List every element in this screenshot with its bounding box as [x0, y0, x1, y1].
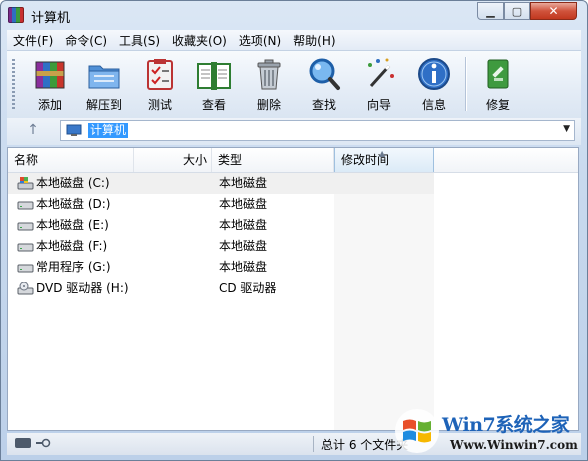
info-button[interactable]: 信息 — [409, 56, 459, 113]
file-type: 本地磁盘 — [219, 176, 268, 190]
toolbar-grip[interactable] — [12, 59, 15, 111]
windows-logo-icon — [395, 409, 439, 453]
menu-bar: 文件(F) 命令(C) 工具(S) 收藏夹(O) 选项(N) 帮助(H) — [7, 30, 581, 50]
find-button[interactable]: 查找 — [299, 56, 349, 113]
column-header-name[interactable]: 名称 — [8, 148, 134, 172]
arrow-up-icon: ↑ — [27, 122, 39, 138]
hard-drive-icon — [17, 243, 34, 252]
list-item[interactable]: 常用程序 (G:) 本地磁盘 — [8, 257, 434, 278]
system-drive-icon — [17, 177, 34, 190]
path-text[interactable]: 计算机 — [88, 123, 129, 138]
watermark-brand: Win7系统之家 — [442, 414, 570, 436]
add-label: 添加 — [37, 98, 62, 112]
file-type: 本地磁盘 — [219, 260, 268, 274]
column-header-type[interactable]: 类型 — [212, 148, 334, 172]
maximize-button[interactable]: ▢ — [504, 2, 530, 20]
list-item[interactable]: 本地磁盘 (D:) 本地磁盘 — [8, 194, 434, 215]
delete-button[interactable]: 删除 — [244, 56, 294, 113]
minimize-icon: ▁ — [486, 4, 495, 18]
view-book-icon — [197, 62, 231, 90]
menu-tools[interactable]: 工具(S) — [113, 32, 166, 49]
toolbar: 添加 解压到 测试 查看 删除 查找 向导 信息 修复 — [7, 50, 581, 118]
test-label: 测试 — [147, 98, 172, 112]
add-button[interactable]: 添加 — [25, 56, 75, 113]
address-bar: ↑ 计算机 ▼ — [7, 118, 581, 145]
view-button[interactable]: 查看 — [189, 56, 239, 113]
find-label: 查找 — [311, 98, 336, 112]
repair-button[interactable]: 修复 — [473, 56, 523, 113]
status-separator — [313, 436, 314, 452]
dropdown-arrow-icon[interactable]: ▼ — [563, 124, 570, 134]
file-type: 本地磁盘 — [219, 197, 268, 211]
menu-command[interactable]: 命令(C) — [59, 32, 113, 49]
view-label: 查看 — [201, 98, 226, 112]
file-type: 本地磁盘 — [219, 218, 268, 232]
menu-options[interactable]: 选项(N) — [233, 32, 287, 49]
trash-icon — [257, 59, 281, 90]
sort-ascending-icon: ▲ — [379, 149, 386, 158]
file-type: 本地磁盘 — [219, 239, 268, 253]
extract-folder-icon — [88, 65, 120, 89]
maximize-icon: ▢ — [511, 4, 523, 18]
hard-drive-icon — [17, 222, 34, 231]
hard-drive-icon — [17, 264, 34, 273]
magnifier-icon — [309, 58, 340, 90]
list-header: 名称 大小 类型 修改时间 ▲ — [8, 148, 578, 173]
extract-label: 解压到 — [85, 98, 122, 112]
file-type: CD 驱动器 — [219, 281, 277, 295]
close-icon: ✕ — [548, 4, 559, 18]
magic-wand-icon — [368, 58, 394, 88]
wizard-button[interactable]: 向导 — [354, 56, 404, 113]
column-header-modified[interactable]: 修改时间 ▲ — [334, 148, 434, 172]
app-window: 计算机 ▁ ▢ ✕ 文件(F) 命令(C) 工具(S) 收藏夹(O) 选项(N)… — [0, 0, 588, 461]
wizard-label: 向导 — [366, 98, 391, 112]
file-name: 本地磁盘 (E:) — [36, 218, 109, 232]
path-combobox[interactable]: 计算机 ▼ — [60, 120, 575, 141]
file-name: 本地磁盘 (D:) — [36, 197, 111, 211]
repair-kit-icon — [487, 59, 509, 89]
watermark-url: Www.Winwin7.com — [450, 438, 578, 452]
winrar-app-icon[interactable] — [8, 7, 24, 23]
file-name: 本地磁盘 (F:) — [36, 239, 108, 253]
close-button[interactable]: ✕ — [530, 2, 577, 20]
title-bar[interactable]: 计算机 ▁ ▢ ✕ — [1, 1, 587, 29]
file-name: DVD 驱动器 (H:) — [36, 281, 129, 295]
menu-favorites[interactable]: 收藏夹(O) — [166, 32, 233, 49]
key-icon[interactable] — [35, 438, 51, 448]
computer-icon — [66, 124, 82, 136]
drive-status-icon[interactable] — [15, 438, 31, 448]
column-header-size[interactable]: 大小 — [134, 148, 212, 172]
test-clipboard-icon — [147, 59, 173, 90]
up-level-button[interactable]: ↑ — [25, 122, 41, 140]
list-item[interactable]: DVD 驱动器 (H:) CD 驱动器 — [8, 278, 434, 299]
file-list[interactable]: 名称 大小 类型 修改时间 ▲ 本地磁盘 (C:) 本地磁盘 本地磁盘 (D:)… — [7, 147, 579, 431]
file-name: 常用程序 (G:) — [36, 260, 111, 274]
test-button[interactable]: 测试 — [135, 56, 185, 113]
window-title: 计算机 — [31, 11, 71, 26]
add-archive-icon — [35, 61, 65, 89]
menu-file[interactable]: 文件(F) — [7, 32, 59, 49]
watermark: Win7系统之家 Www.Winwin7.com — [390, 402, 586, 460]
dvd-drive-icon — [17, 282, 34, 295]
menu-help[interactable]: 帮助(H) — [287, 32, 341, 49]
minimize-button[interactable]: ▁ — [477, 2, 504, 20]
toolbar-separator — [465, 57, 466, 111]
list-item[interactable]: 本地磁盘 (C:) 本地磁盘 — [8, 173, 434, 194]
repair-label: 修复 — [485, 98, 510, 112]
file-name: 本地磁盘 (C:) — [36, 176, 110, 190]
info-icon — [418, 58, 450, 90]
list-item[interactable]: 本地磁盘 (F:) 本地磁盘 — [8, 236, 434, 257]
list-item[interactable]: 本地磁盘 (E:) 本地磁盘 — [8, 215, 434, 236]
extract-button[interactable]: 解压到 — [79, 56, 129, 113]
hard-drive-icon — [17, 201, 34, 210]
delete-label: 删除 — [256, 98, 281, 112]
info-label: 信息 — [421, 98, 446, 112]
